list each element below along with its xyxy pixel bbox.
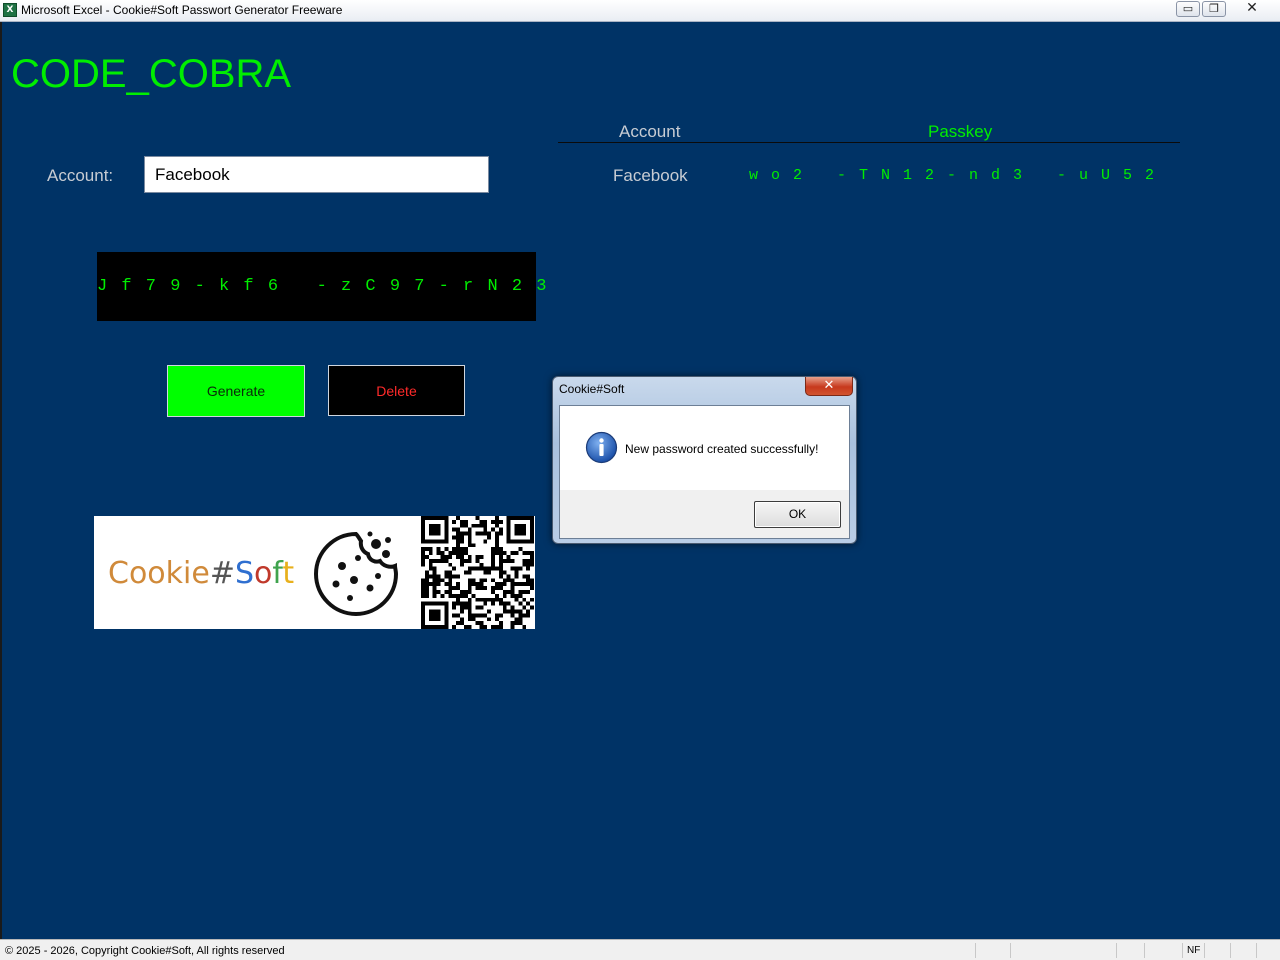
brand-part: Cookie bbox=[108, 556, 210, 591]
table-row-passkey[interactable]: w o 2 - T N 1 2 - n d 3 - u U 5 2 bbox=[749, 167, 1156, 184]
header-divider bbox=[558, 142, 1180, 143]
brand-part: S bbox=[234, 556, 255, 591]
cookie-icon bbox=[313, 531, 399, 617]
brand-logo-text: Cookie#Soft bbox=[108, 556, 294, 591]
brand-part: t bbox=[282, 556, 295, 591]
table-row-account[interactable]: Facebook bbox=[613, 166, 688, 186]
worksheet-canvas: CODE_COBRA Account: J f 7 9 - k f 6 - z … bbox=[0, 22, 1280, 939]
num-lock-indicator: NF bbox=[1182, 943, 1204, 958]
status-cell bbox=[1144, 943, 1182, 958]
status-cell bbox=[975, 943, 1010, 958]
account-input[interactable] bbox=[144, 156, 489, 193]
dialog-close-button[interactable]: ✕ bbox=[805, 377, 853, 396]
account-label: Account: bbox=[47, 166, 114, 185]
generated-password-display: J f 7 9 - k f 6 - z C 9 7 - r N 2 3 bbox=[97, 252, 546, 321]
dialog-message: New password created successfully! bbox=[625, 442, 819, 456]
brand-part: o bbox=[254, 556, 273, 591]
qr-code bbox=[421, 516, 534, 629]
dialog-title: Cookie#Soft bbox=[559, 382, 625, 396]
excel-icon: X bbox=[3, 3, 17, 17]
brand-part: f bbox=[272, 556, 283, 591]
status-cell bbox=[1010, 943, 1116, 958]
status-cell bbox=[1116, 943, 1144, 958]
window-titlebar: X Microsoft Excel - Cookie#Soft Passwort… bbox=[0, 0, 1280, 22]
column-header-passkey: Passkey bbox=[928, 122, 993, 141]
status-cell bbox=[1256, 943, 1278, 958]
cookiesoft-banner: Cookie#Soft bbox=[94, 516, 535, 629]
close-window-button[interactable]: ✕ bbox=[1228, 1, 1276, 17]
copyright-text: © 2025 - 2026, Copyright Cookie#Soft, Al… bbox=[5, 945, 285, 957]
dialog-message-area: New password created successfully! bbox=[560, 406, 849, 490]
message-dialog: Cookie#Soft ✕ New password created succe… bbox=[552, 376, 857, 544]
info-icon bbox=[585, 431, 618, 464]
window-title: Microsoft Excel - Cookie#Soft Passwort G… bbox=[21, 3, 343, 17]
minimize-button[interactable]: ▭ bbox=[1176, 1, 1200, 17]
delete-button[interactable]: Delete bbox=[328, 365, 465, 416]
status-cell bbox=[1230, 943, 1256, 958]
brand-part: # bbox=[209, 556, 235, 591]
ok-button[interactable]: OK bbox=[754, 501, 841, 528]
dialog-body: New password created successfully! OK bbox=[559, 405, 850, 539]
app-title: CODE_COBRA bbox=[11, 52, 292, 96]
status-cell bbox=[1204, 943, 1230, 958]
restore-button[interactable]: ❐ bbox=[1202, 1, 1226, 17]
generate-button[interactable]: Generate bbox=[167, 365, 305, 417]
status-bar: © 2025 - 2026, Copyright Cookie#Soft, Al… bbox=[0, 939, 1280, 960]
column-header-account: Account bbox=[619, 122, 681, 141]
